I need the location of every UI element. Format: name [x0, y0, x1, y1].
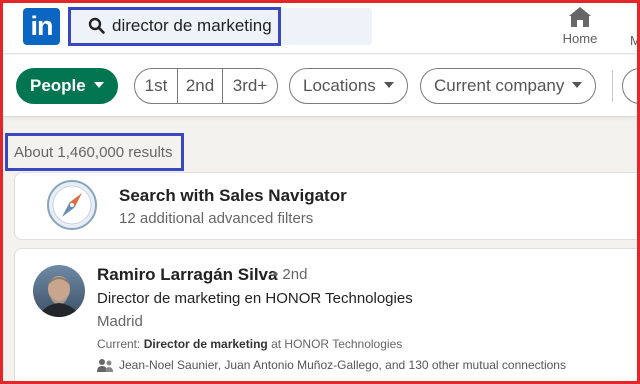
results-highlight-box [5, 133, 184, 171]
filter-bar: People 1st 2nd 3rd+ Locations Current co… [0, 55, 640, 117]
people-icon [97, 359, 113, 372]
person-headline: Director de marketing en HONOR Technolog… [97, 290, 413, 307]
people-filter-label: People [30, 76, 86, 95]
current-role: Director de marketing [143, 337, 268, 351]
degree-2nd-button[interactable]: 2nd [178, 69, 222, 103]
nav-home[interactable]: Home [556, 6, 604, 50]
locations-filter-label: Locations [303, 76, 376, 95]
avatar-photo [33, 265, 85, 317]
sales-navigator-subtitle: 12 additional advanced filters [119, 210, 314, 227]
degree-3rd-button[interactable]: 3rd+ [223, 69, 277, 103]
caret-down-icon [93, 81, 104, 88]
person-location: Madrid [97, 313, 143, 330]
compass-icon [47, 180, 97, 230]
nav-next-label[interactable]: M [630, 33, 640, 48]
sales-navigator-title[interactable]: Search with Sales Navigator [119, 186, 347, 206]
current-company: at HONOR Technologies [267, 337, 403, 351]
person-current-position: Current: Director de marketing at HONOR … [97, 337, 402, 351]
search-icon [88, 17, 105, 34]
caret-down-icon [572, 81, 583, 88]
nav-home-label: Home [562, 31, 598, 46]
connection-degree: • 2nd [273, 266, 308, 283]
sales-navigator-card[interactable] [14, 172, 640, 240]
linkedin-logo[interactable]: in [23, 8, 60, 45]
current-company-filter-label: Current company [434, 76, 565, 95]
degree-1st-button[interactable]: 1st [135, 69, 177, 103]
search-input[interactable]: director de marketing [112, 16, 272, 36]
person-name-link[interactable]: Ramiro Larragán Silva [97, 265, 277, 285]
filter-divider [612, 70, 613, 102]
current-prefix: Current: [97, 337, 144, 351]
connection-degree-group: 1st 2nd 3rd+ [134, 68, 278, 104]
caret-down-icon [383, 81, 394, 88]
avatar[interactable] [33, 265, 85, 317]
mutual-connections[interactable]: Jean-Noel Saunier, Juan Antonio Muñoz-Ga… [119, 358, 566, 372]
people-filter-button[interactable]: People [16, 68, 118, 104]
current-company-filter-button[interactable]: Current company [420, 68, 597, 104]
home-icon [569, 7, 591, 27]
locations-filter-button[interactable]: Locations [289, 68, 408, 104]
